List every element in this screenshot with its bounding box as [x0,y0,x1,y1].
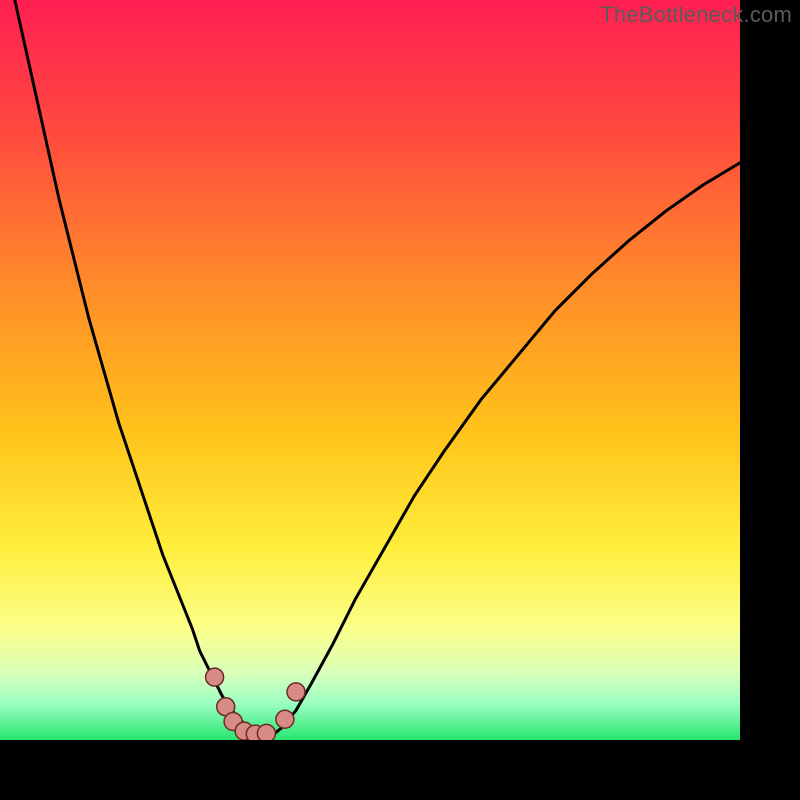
marker-point [287,683,305,701]
gradient-background [0,0,740,740]
bottleneck-chart [0,0,740,740]
chart-container: TheBottleneck.com [0,0,800,800]
marker-point [276,710,294,728]
watermark-text: TheBottleneck.com [600,2,792,28]
marker-point [206,668,224,686]
marker-point [257,724,275,740]
